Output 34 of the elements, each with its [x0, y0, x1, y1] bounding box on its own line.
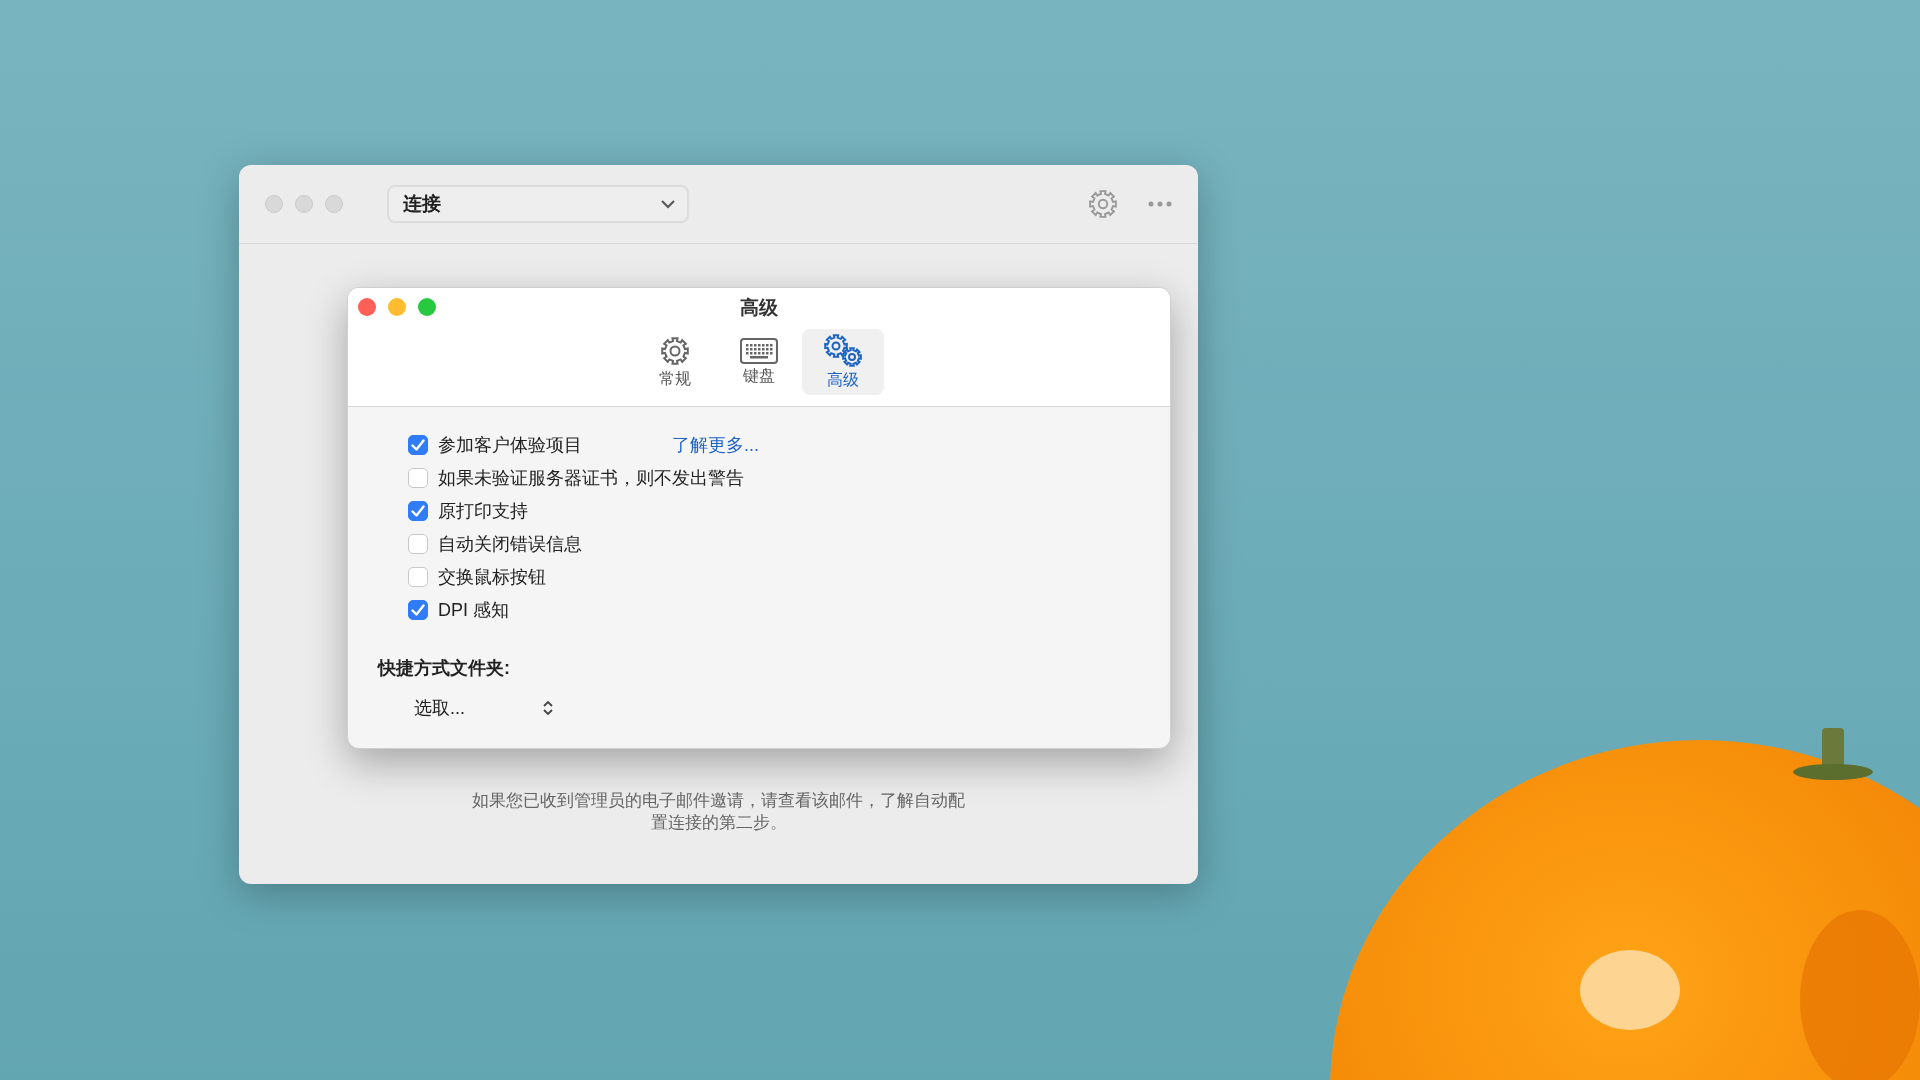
- info-text: 如果您已收到管理员的电子邮件邀请，请查看该邮件，了解自动配置连接的第二步。: [471, 789, 966, 834]
- minimize-button[interactable]: [295, 195, 313, 213]
- section-label: 快捷方式文件夹:: [378, 657, 511, 680]
- toolbar-tab[interactable]: 常规: [634, 329, 716, 395]
- toolbar-tab[interactable]: 键盘: [718, 329, 800, 395]
- checkbox-label: 交换鼠标按钮: [438, 566, 546, 589]
- window-title: 高级: [740, 296, 778, 320]
- zoom-button[interactable]: [418, 298, 436, 316]
- keyboard-icon: [740, 337, 778, 364]
- checkbox[interactable]: [408, 468, 428, 488]
- checkbox[interactable]: [408, 435, 428, 455]
- checkbox-label: DPI 感知: [438, 599, 509, 622]
- close-button[interactable]: [358, 298, 376, 316]
- connection-select[interactable]: 连接: [387, 185, 689, 223]
- checkbox-label: 参加客户体验项目: [438, 434, 582, 457]
- gear-icon: [659, 334, 691, 367]
- zoom-button[interactable]: [325, 195, 343, 213]
- settings-icon[interactable]: [1088, 189, 1118, 219]
- checkbox[interactable]: [408, 600, 428, 620]
- folder-popup[interactable]: 选取...: [414, 692, 553, 724]
- checkbox[interactable]: [408, 567, 428, 587]
- chevron-icon: [661, 199, 675, 209]
- checkbox-label: 自动关闭错误信息: [438, 533, 582, 556]
- checkbox[interactable]: [408, 501, 428, 521]
- gears-icon: [823, 333, 863, 368]
- minimize-button[interactable]: [388, 298, 406, 316]
- more-icon[interactable]: [1148, 201, 1172, 207]
- close-button[interactable]: [265, 195, 283, 213]
- checkbox-label: 如果未验证服务器证书，则不发出警告: [438, 467, 744, 490]
- learn-more-link[interactable]: 了解更多...: [672, 433, 759, 457]
- checkbox[interactable]: [408, 534, 428, 554]
- updown-icon: [543, 700, 553, 716]
- toolbar-tab[interactable]: 高级: [802, 329, 884, 395]
- checkbox-label: 原打印支持: [438, 500, 528, 523]
